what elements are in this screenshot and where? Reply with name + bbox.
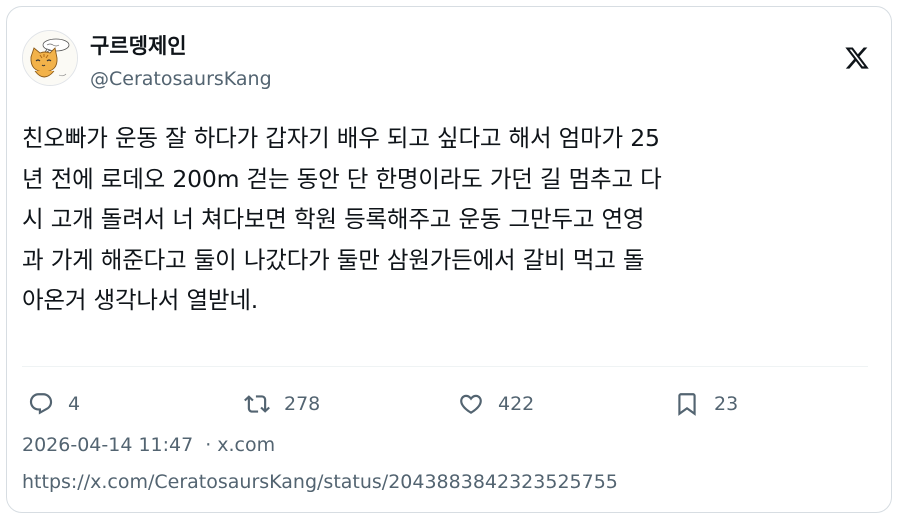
reply-count: 4 [68, 393, 81, 415]
tweet-text-line: 과 가게 해준다고 둘이 나갔다가 둘만 삼원가든에서 갈비 먹고 돌 [22, 245, 645, 274]
tweet-text-line: 아온거 생각나서 열받네. [22, 286, 259, 314]
retweet-arrows-icon [244, 395, 270, 413]
display-name[interactable]: 구르뎅제인 [90, 30, 187, 60]
speech-bubble-icon [29, 393, 53, 415]
tweet-text: 친오빠가 운동 잘 하다가 갑자기 배우 되고 싶다고 해서 엄마가 25 년 … [22, 118, 882, 321]
tweet-text-line: 친오빠가 운동 잘 하다가 갑자기 배우 되고 싶다고 해서 엄마가 25 [22, 124, 660, 152]
retweet-count: 278 [284, 393, 321, 415]
like-button[interactable]: 422 [458, 388, 534, 420]
tweet-text-line: 시 고개 돌려서 너 쳐다보면 학원 등록해주고 운동 그만두고 연영 [22, 205, 645, 233]
tweet-text-line: 년 전에 로데오 200m 걷는 동안 단 한명이라도 가던 길 멈추고 다 [22, 164, 662, 193]
bookmark-button[interactable]: 23 [674, 388, 738, 420]
meta-separator: · [205, 434, 212, 456]
avatar[interactable] [22, 30, 78, 86]
retweet-button[interactable]: 278 [244, 388, 320, 420]
tweet-url-link[interactable]: https://x.com/CeratosaursKang/status/204… [22, 471, 618, 493]
divider [22, 366, 868, 367]
heart-icon [460, 394, 482, 414]
timestamp[interactable]: 2026-04-14 11:47 [22, 434, 193, 456]
reply-button[interactable]: 4 [28, 388, 80, 420]
bookmark-icon [678, 393, 696, 416]
x-logo-icon[interactable] [844, 44, 870, 72]
tweet-meta: 2026-04-14 11:47 · x.com [22, 434, 275, 456]
user-handle[interactable]: @CeratosaursKang [90, 68, 272, 90]
bookmark-count: 23 [714, 393, 739, 415]
cat-avatar-icon [23, 31, 77, 85]
like-count: 422 [498, 393, 535, 415]
source-label[interactable]: x.com [217, 434, 275, 456]
